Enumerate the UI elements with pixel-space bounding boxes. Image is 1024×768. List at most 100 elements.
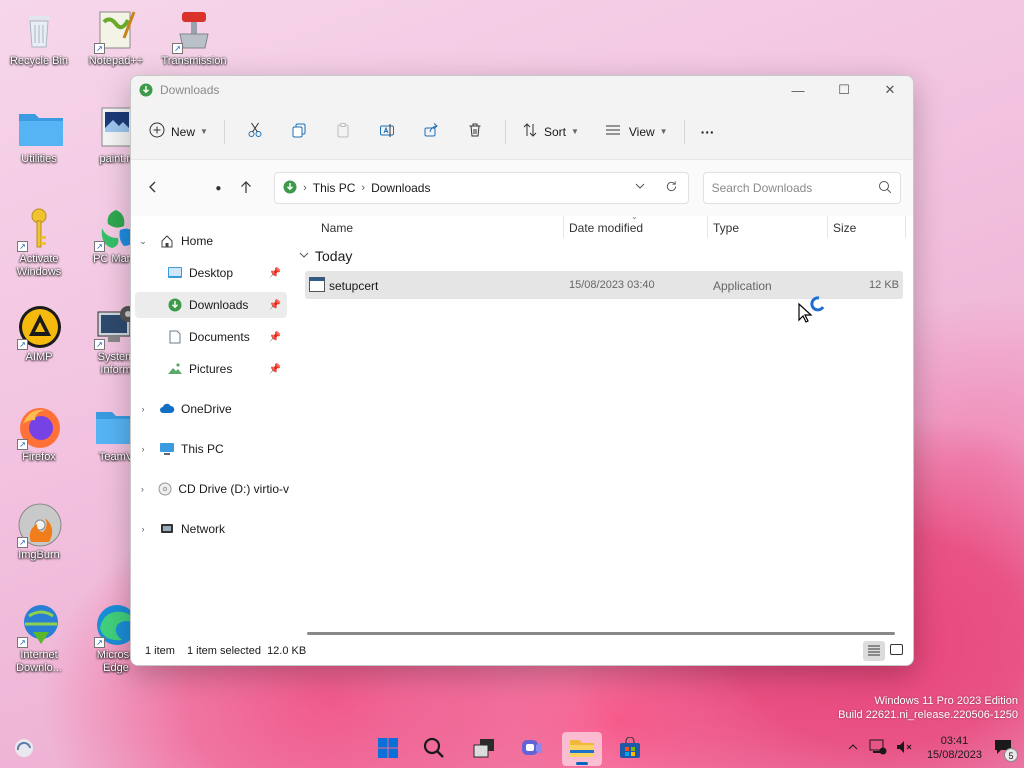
- column-header-type[interactable]: Type: [713, 221, 739, 235]
- application-icon: [309, 277, 325, 295]
- taskbar-teams-button[interactable]: [512, 732, 552, 766]
- notifications-button[interactable]: 5: [994, 739, 1018, 762]
- more-options-button[interactable]: ···: [693, 116, 723, 148]
- sidebar-item-this-pc[interactable]: › This PC: [137, 436, 287, 462]
- sidebar-item-label: Pictures: [189, 362, 233, 376]
- imgburn-icon: ↗: [17, 502, 62, 548]
- volume-button[interactable]: [895, 739, 913, 758]
- file-type: Application: [713, 279, 772, 293]
- chevron-down-icon: ⌄: [139, 235, 147, 246]
- show-hidden-icons-button[interactable]: [847, 741, 859, 756]
- column-divider[interactable]: [827, 216, 828, 238]
- cut-button[interactable]: [239, 116, 271, 148]
- maximize-icon: ☐: [838, 82, 850, 97]
- sidebar-item-label: Network: [181, 522, 226, 536]
- desktop-icon-notepadpp[interactable]: ↗ Notepad++: [80, 8, 152, 68]
- divider: [504, 119, 506, 144]
- sort-button[interactable]: Sort ▼: [514, 116, 587, 148]
- status-bar: 1 item 1 item selected 12.0 KB: [131, 637, 913, 665]
- tiles-view-button[interactable]: [885, 641, 907, 661]
- back-button[interactable]: [139, 174, 167, 202]
- column-divider[interactable]: [563, 216, 564, 238]
- address-history-button[interactable]: [624, 180, 656, 196]
- search-input[interactable]: [711, 181, 879, 195]
- desktop-icon-aimp[interactable]: ↗ AIMP: [3, 304, 75, 364]
- column-divider[interactable]: [707, 216, 708, 238]
- file-explorer-window[interactable]: Downloads — ☐ ✕ New ▼ Sort ▼ View ▼ ··· …: [130, 75, 914, 666]
- rename-button[interactable]: [371, 116, 403, 148]
- taskbar-store-button[interactable]: [610, 732, 650, 766]
- window-title: Downloads: [160, 83, 220, 97]
- desktop-icon-transmission[interactable]: ↗ Transmission: [158, 8, 230, 68]
- sidebar-item-desktop[interactable]: Desktop 📌: [167, 260, 287, 286]
- clock-time: 03:41: [940, 735, 969, 747]
- widgets-button[interactable]: [12, 736, 38, 762]
- desktop-icon-imgburn[interactable]: ↗ ImgBurn: [3, 502, 75, 562]
- shortcut-arrow-icon: ↗: [17, 439, 28, 450]
- taskbar-start-button[interactable]: [368, 732, 408, 766]
- sidebar-item-cd-drive[interactable]: › CD Drive (D:) virtio-v: [137, 476, 289, 502]
- column-header-name[interactable]: Name: [321, 221, 353, 235]
- watermark-line-2: Build 22621.ni_release.220506-1250: [838, 709, 1018, 721]
- sidebar-item-label: Documents: [189, 330, 250, 344]
- copy-button[interactable]: [283, 116, 315, 148]
- sidebar-item-downloads[interactable]: Downloads 📌: [135, 292, 287, 318]
- clock-date: 15/08/2023: [926, 749, 982, 761]
- desktop-icon-label: AIMP: [25, 351, 53, 363]
- windows-edition-watermark: Windows 11 Pro 2023 Edition Build 22621.…: [838, 694, 1018, 722]
- close-button[interactable]: ✕: [867, 76, 913, 104]
- desktop-icon-activate-windows[interactable]: ↗ Activate Windows: [3, 206, 75, 279]
- view-button[interactable]: View ▼: [597, 116, 676, 148]
- column-header-date-modified[interactable]: Date modified: [569, 221, 643, 235]
- desktop-icon-internet-download-manager[interactable]: ↗ Internet Downlo...: [3, 602, 75, 675]
- search-box[interactable]: [702, 172, 902, 204]
- sidebar-item-network[interactable]: › Network: [137, 516, 287, 542]
- group-header-today[interactable]: Today: [299, 248, 352, 264]
- address-bar[interactable]: › This PC › Downloads: [274, 172, 689, 204]
- sidebar-item-home[interactable]: ⌄ Home: [137, 228, 287, 254]
- key-icon: ↗: [17, 206, 61, 252]
- sidebar-item-pictures[interactable]: Pictures 📌: [167, 356, 287, 382]
- desktop-icon-firefox[interactable]: ↗ Firefox: [3, 404, 75, 464]
- column-header-size[interactable]: Size: [833, 221, 856, 235]
- taskbar-search-button[interactable]: [414, 732, 454, 766]
- breadcrumb-downloads[interactable]: Downloads: [371, 181, 430, 195]
- title-bar[interactable]: Downloads — ☐ ✕: [131, 76, 913, 104]
- minimize-button[interactable]: —: [775, 76, 821, 104]
- shortcut-arrow-icon: ↗: [172, 43, 183, 54]
- new-button[interactable]: New ▼: [149, 116, 216, 148]
- search-icon: [422, 736, 446, 763]
- forward-button[interactable]: [177, 174, 205, 202]
- delete-button[interactable]: [459, 116, 491, 148]
- window-body: ⌄ Home Desktop 📌 Downloads 📌 Documents 📌: [131, 212, 913, 665]
- downloads-icon: [167, 297, 183, 313]
- up-button[interactable]: [232, 174, 260, 202]
- horizontal-scrollbar[interactable]: [307, 632, 895, 635]
- chevron-right-icon: ›: [361, 182, 366, 194]
- watermark-line-1: Windows 11 Pro 2023 Edition: [874, 695, 1019, 707]
- network-status-button[interactable]: [869, 739, 887, 758]
- sidebar-item-documents[interactable]: Documents 📌: [167, 324, 287, 350]
- file-date-modified: 15/08/2023 03:40: [569, 279, 655, 291]
- view-button-label: View: [628, 124, 655, 139]
- details-view-button[interactable]: [863, 641, 885, 661]
- taskbar: 03:41 15/08/2023 5: [0, 728, 1024, 768]
- taskbar-task-view-button[interactable]: [464, 732, 504, 766]
- desktop-icon-label: Activate Windows: [16, 253, 62, 278]
- taskbar-file-explorer-button[interactable]: [562, 732, 602, 766]
- refresh-button[interactable]: [656, 180, 688, 196]
- desktop-icon-recycle-bin[interactable]: Recycle Bin: [3, 8, 75, 68]
- sidebar-item-onedrive[interactable]: › OneDrive: [137, 396, 287, 422]
- desktop-icon-utilities[interactable]: Utilities: [3, 106, 75, 166]
- breadcrumb-this-pc[interactable]: This PC: [313, 181, 356, 195]
- maximize-button[interactable]: ☐: [821, 76, 867, 104]
- clock[interactable]: 03:41 15/08/2023: [927, 734, 982, 762]
- recent-locations-button[interactable]: ●: [205, 174, 233, 202]
- desktop-icon-label: Notepad++: [88, 55, 144, 67]
- paste-button[interactable]: [327, 116, 359, 148]
- internet-download-manager-icon: ↗: [17, 602, 61, 648]
- pin-icon: 📌: [268, 267, 281, 279]
- column-divider[interactable]: [905, 216, 906, 238]
- chevron-right-icon: ›: [141, 444, 145, 454]
- share-button[interactable]: [415, 116, 447, 148]
